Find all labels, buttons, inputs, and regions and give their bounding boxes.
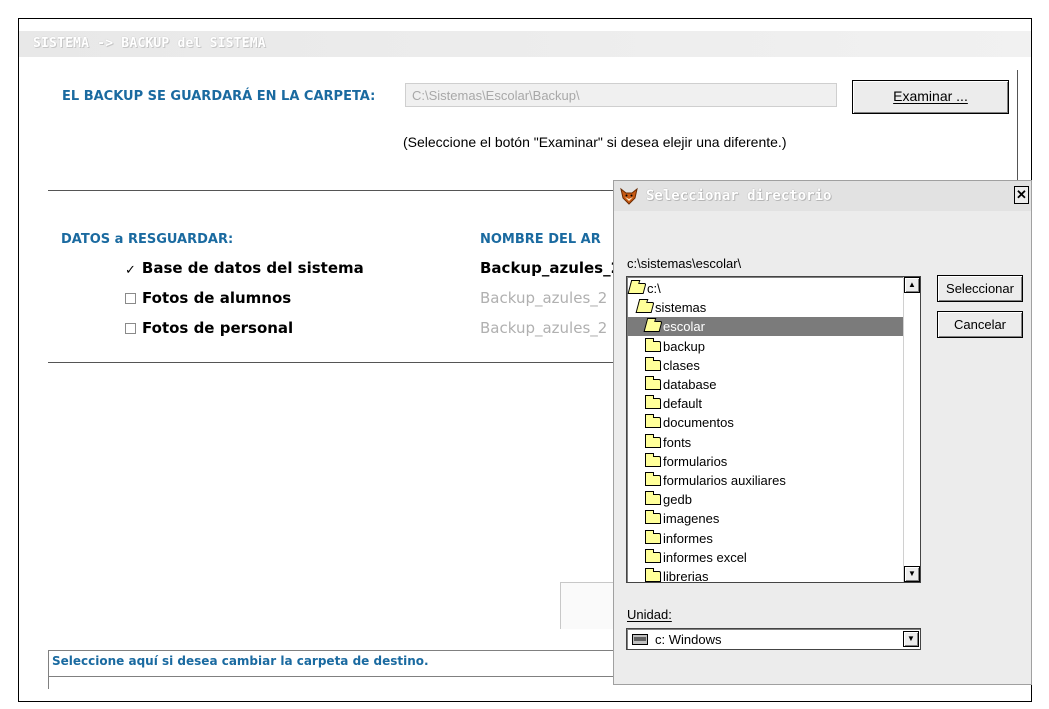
data-section-heading: DATOS a RESGUARDAR:: [61, 232, 234, 247]
backup-folder-label: EL BACKUP SE GUARDARÁ EN LA CARPETA:: [62, 89, 376, 104]
section-divider: [48, 362, 618, 364]
checkbox-database[interactable]: ✓ Base de datos del sistema: [125, 259, 364, 277]
scroll-down-icon[interactable]: ▼: [904, 566, 920, 582]
chevron-down-icon[interactable]: ▼: [903, 631, 919, 647]
tree-item[interactable]: gedb: [645, 490, 692, 509]
tree-item[interactable]: informes: [645, 529, 713, 548]
tree-item-label: backup: [663, 338, 705, 354]
close-icon[interactable]: ✕: [1014, 186, 1029, 204]
tree-item[interactable]: informes excel: [645, 548, 747, 567]
tree-scrollbar[interactable]: ▲ ▼: [903, 277, 920, 582]
tree-item[interactable]: imagenes: [645, 509, 719, 528]
tree-item[interactable]: sistemas: [635, 298, 707, 317]
tree-item-label: escolar: [663, 319, 705, 335]
hidden-button[interactable]: [560, 582, 615, 629]
tree-item-label: informes: [663, 530, 713, 546]
tree-item-label: clases: [663, 357, 700, 373]
tree-item-label: default: [663, 396, 703, 412]
tree-item[interactable]: documentos: [645, 413, 734, 432]
folder-icon: [645, 472, 661, 486]
scroll-up-icon[interactable]: ▲: [904, 277, 920, 293]
dialog-titlebar: Seleccionar directorio: [614, 181, 1031, 211]
tree-item-label: documentos: [663, 415, 734, 431]
cancel-button[interactable]: Cancelar: [937, 311, 1023, 338]
folder-icon: [645, 529, 661, 544]
tree-item[interactable]: formularios: [645, 452, 727, 471]
tree-item-label: gedb: [663, 492, 692, 508]
tree-item-label: imagenes: [663, 511, 720, 527]
tree-item[interactable]: backup: [645, 337, 705, 356]
tree-item[interactable]: librerias: [645, 567, 709, 583]
browse-hint: (Seleccione el botón "Examinar" si desea…: [403, 134, 787, 150]
tree-item[interactable]: database: [645, 375, 717, 394]
tree-item[interactable]: clases: [645, 356, 700, 375]
folder-icon: [645, 510, 661, 525]
open-folder-icon: [627, 283, 647, 294]
browse-button[interactable]: Examinar ...: [852, 80, 1009, 114]
folder-icon: [645, 376, 661, 390]
section-divider-right: [1017, 70, 1019, 190]
drive-label-text: Unidad:: [627, 607, 672, 622]
drive-value: c: Windows: [655, 632, 722, 647]
window-title: SISTEMA -> BACKUP del SISTEMA: [33, 36, 266, 51]
current-path: c:\sistemas\escolar\: [627, 256, 742, 271]
tree-item[interactable]: default: [645, 394, 702, 413]
filename-database: Backup_azules_2: [480, 259, 613, 277]
tree-item[interactable]: escolar: [627, 317, 904, 337]
checkbox-database-label: Base de datos del sistema: [141, 259, 364, 277]
tree-item-label: informes excel: [663, 549, 747, 565]
folder-icon: [645, 337, 661, 352]
tree-item[interactable]: formularios auxiliares: [645, 471, 786, 490]
folder-icon: [645, 433, 661, 448]
status-text: Seleccione aquí si desea cambiar la carp…: [52, 654, 429, 668]
checkbox-staff-photos[interactable]: Fotos de personal: [125, 319, 293, 337]
tree-item-label: fonts: [663, 434, 692, 450]
checkbox-student-photos[interactable]: Fotos de alumnos: [125, 289, 291, 307]
checkbox-unchecked-icon[interactable]: [125, 293, 136, 304]
backup-path-field[interactable]: C:\Sistemas\Escolar\Backup\: [405, 83, 837, 107]
checkbox-student-photos-label: Fotos de alumnos: [142, 289, 292, 307]
filename-student-photos: Backup_azules_2: [480, 289, 608, 307]
drive-label: Unidad:: [627, 607, 672, 622]
folder-icon: [645, 452, 661, 467]
folder-icon: [645, 491, 661, 506]
checkbox-checked-icon[interactable]: ✓: [125, 264, 136, 277]
tree-item[interactable]: c:\: [627, 279, 661, 298]
tree-item-label: c:\: [647, 281, 661, 296]
folder-icon: [645, 548, 661, 563]
dialog-title: Seleccionar directorio: [646, 188, 832, 204]
tree-item-label: database: [663, 377, 717, 392]
select-button[interactable]: Seleccionar: [937, 275, 1023, 302]
filename-staff-photos: Backup_azules_2: [480, 319, 608, 337]
directory-tree[interactable]: c:\ sistemas escolar backup clases database de…: [626, 276, 921, 583]
tree-item-label: sistemas: [655, 300, 707, 316]
window-titlebar: SISTEMA -> BACKUP del SISTEMA: [19, 31, 1031, 57]
open-folder-icon: [635, 302, 655, 314]
fox-icon: [620, 187, 638, 205]
drive-icon: [632, 634, 648, 645]
folder-icon: [645, 414, 661, 429]
folder-icon: [645, 356, 661, 371]
drive-select[interactable]: c: Windows ▼: [626, 628, 921, 650]
checkbox-staff-photos-label: Fotos de personal: [142, 319, 294, 337]
tree-item[interactable]: fonts: [645, 433, 691, 452]
tree-item-label: formularios auxiliares: [663, 473, 786, 488]
browse-button-label: Examinar ...: [893, 88, 968, 104]
folder-icon: [645, 568, 661, 582]
section-divider: [48, 190, 618, 192]
checkbox-unchecked-icon[interactable]: [125, 323, 136, 334]
tree-item-label: formularios: [663, 453, 728, 469]
folder-icon: [645, 395, 661, 410]
open-folder-icon: [643, 321, 663, 333]
tree-item-label: librerias: [663, 569, 709, 583]
filename-heading: NOMBRE DEL AR: [480, 232, 601, 247]
